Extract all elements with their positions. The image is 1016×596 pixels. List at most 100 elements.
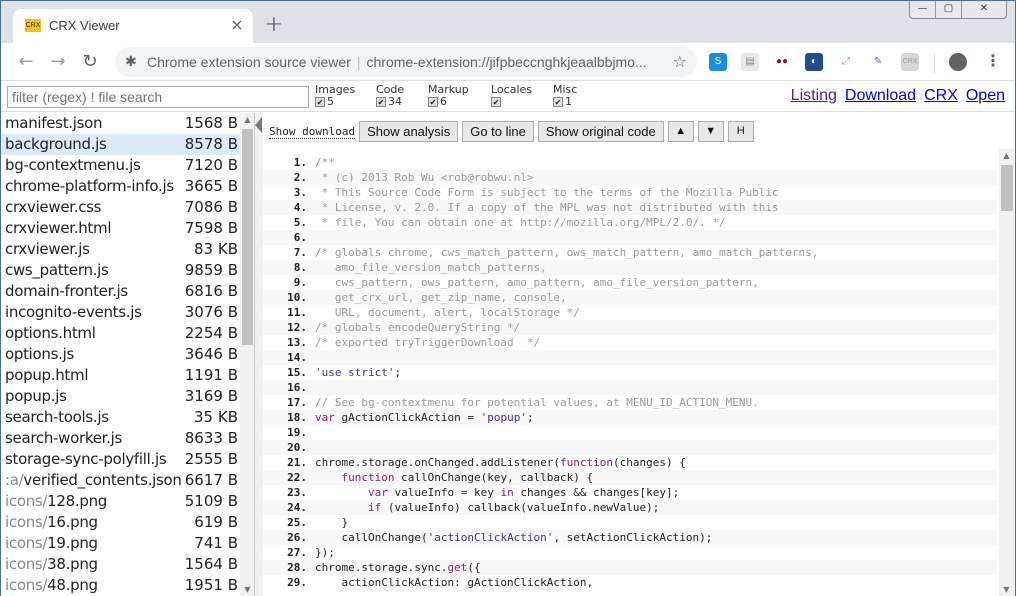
file-list-item[interactable]: icons/16.png 619 B	[1, 512, 254, 533]
color-picker-extension-icon[interactable]: ✎	[869, 53, 887, 71]
category-checkbox[interactable]: ✔	[376, 97, 386, 107]
file-name: options.js	[5, 344, 74, 365]
file-list-item[interactable]: storage-sync-polyfill.js 2555 B	[1, 449, 254, 470]
file-dir: icons/	[5, 492, 48, 510]
download-link[interactable]: Download	[845, 87, 916, 104]
maximize-button[interactable]: ▢	[936, 1, 962, 18]
code-token: /* globals encodeQueryString */	[315, 321, 521, 334]
file-basename: background.js	[5, 135, 107, 153]
clipboard-extension-icon[interactable]: ▤	[741, 53, 759, 71]
tab-crx-viewer[interactable]: CRX CRX Viewer ×	[13, 9, 253, 43]
file-dir: icons/	[5, 576, 48, 594]
file-list-item[interactable]: icons/48.png 1951 B	[1, 575, 254, 596]
code-token: * This Source Code Form is subject to th…	[315, 186, 779, 199]
file-list-item[interactable]: :a/verified_contents.json 6617 B	[1, 470, 254, 491]
file-size: 741 B	[194, 534, 238, 552]
category-checkbox[interactable]: ✔	[315, 97, 325, 107]
back-button[interactable]: ←	[15, 51, 37, 73]
pane-splitter[interactable]	[255, 113, 263, 596]
bookmark-star-icon[interactable]: ☆	[673, 52, 687, 71]
file-list-item[interactable]: crxviewer.css 7086 B	[1, 197, 254, 218]
profile-avatar-icon[interactable]	[949, 53, 967, 71]
code-line: 14.	[263, 350, 997, 365]
listing-link[interactable]: Listing	[791, 87, 837, 104]
close-tab-icon[interactable]: ×	[227, 15, 247, 35]
file-list-item[interactable]: search-tools.js 35 KB	[1, 407, 254, 428]
line-number: 20.	[287, 441, 307, 454]
skype-extension-icon[interactable]: S	[709, 53, 727, 71]
line-number: 28.	[287, 561, 307, 574]
file-filter-input[interactable]	[7, 86, 309, 108]
show-analysis-button[interactable]: Show analysis	[359, 121, 459, 142]
show-download-link[interactable]: Show download	[269, 125, 356, 139]
screenshot-extension-icon[interactable]: ⤢	[837, 53, 855, 71]
code-token: /* exported tryTriggerDownload */	[315, 336, 541, 349]
address-bar[interactable]: ✱ Chrome extension source viewer | chrome-…	[115, 47, 697, 77]
file-list-item[interactable]: cws_pattern.js 9859 B	[1, 260, 254, 281]
file-basename: options.js	[5, 345, 74, 363]
category-checkbox[interactable]: ✔	[428, 97, 438, 107]
forward-button[interactable]: →	[47, 51, 69, 73]
crx-extension-icon[interactable]: CRX	[901, 53, 919, 71]
scrollbar-thumb[interactable]	[1001, 165, 1013, 211]
show-original-code-button[interactable]: Show original code	[537, 121, 664, 142]
category-count: 6	[440, 95, 447, 108]
file-list-item[interactable]: icons/128.png 5109 B	[1, 491, 254, 512]
incognito-extension-icon[interactable]: ●●	[773, 53, 791, 71]
minimize-button[interactable]: —	[910, 1, 936, 18]
close-window-button[interactable]: ✕	[962, 1, 1006, 18]
highlight-button[interactable]: H	[727, 121, 754, 142]
steam-extension-icon[interactable]: ◐	[805, 53, 823, 71]
line-number: 25.	[287, 516, 307, 529]
next-match-button[interactable]: ▼	[697, 121, 724, 142]
category-filter-locales: Locales ✔	[491, 84, 532, 108]
extension-icons: S ▤ ●● ◐ ⤢ ✎ CRX	[709, 53, 919, 71]
file-list-item[interactable]: options.html 2254 B	[1, 323, 254, 344]
file-name: background.js	[5, 134, 107, 155]
file-list-item[interactable]: search-worker.js 8633 B	[1, 428, 254, 449]
collapse-arrow-icon[interactable]	[255, 117, 262, 133]
file-basename: 128.png	[47, 492, 108, 510]
new-tab-button[interactable]: +	[263, 14, 285, 36]
category-checkbox[interactable]: ✔	[491, 97, 501, 107]
code-line: 18. var gActionClickAction = 'popup';	[263, 410, 997, 425]
scroll-down-arrow-icon[interactable]: ▼	[1001, 585, 1012, 594]
scroll-up-arrow-icon[interactable]: ▲	[1001, 151, 1012, 160]
file-list-item[interactable]: popup.js 3169 B	[1, 386, 254, 407]
category-checkbox[interactable]: ✔	[553, 97, 563, 107]
code-token: }	[315, 516, 349, 529]
open-link[interactable]: Open	[966, 87, 1005, 104]
file-list-item[interactable]: incognito-events.js 3076 B	[1, 302, 254, 323]
scrollbar-thumb[interactable]	[242, 129, 253, 345]
code-scrollbar[interactable]: ▲ ▼	[999, 149, 1015, 596]
file-basename: incognito-events.js	[5, 303, 142, 321]
file-list-item[interactable]: background.js 8578 B	[1, 134, 254, 155]
file-size: 35 KB	[194, 408, 238, 426]
file-list-item[interactable]: options.js 3646 B	[1, 344, 254, 365]
file-basename: domain-fronter.js	[5, 282, 128, 300]
go-to-line-button[interactable]: Go to line	[462, 121, 534, 142]
file-list-item[interactable]: crxviewer.html 7598 B	[1, 218, 254, 239]
code-line: 3. * This Source Code Form is subject to…	[263, 185, 997, 200]
file-list-item[interactable]: popup.html 1191 B	[1, 365, 254, 386]
file-list-item[interactable]: chrome-platform-info.js 3665 B	[1, 176, 254, 197]
file-list-item[interactable]: bg-contextmenu.js 7120 B	[1, 155, 254, 176]
file-list-item[interactable]: manifest.json 1568 B	[1, 113, 254, 134]
scroll-down-arrow-icon[interactable]: ▼	[242, 585, 253, 594]
file-basename: search-tools.js	[5, 408, 109, 426]
file-list-item[interactable]: icons/19.png 741 B	[1, 533, 254, 554]
file-list-item[interactable]: icons/38.png 1564 B	[1, 554, 254, 575]
file-list-scrollbar[interactable]: ▲ ▼	[240, 113, 254, 596]
file-name: icons/19.png	[5, 533, 98, 554]
file-list-item[interactable]: domain-fronter.js 6816 B	[1, 281, 254, 302]
menu-dots-icon[interactable]: ⋮	[985, 51, 1001, 70]
file-basename: 48.png	[47, 576, 98, 594]
code-line: 7. /* globals chrome, cws_match_pattern, …	[263, 245, 997, 260]
reload-button[interactable]: ↻	[79, 51, 101, 73]
scroll-up-arrow-icon[interactable]: ▲	[242, 115, 253, 124]
file-size: 1191 B	[184, 366, 238, 384]
crx-link[interactable]: CRX	[924, 87, 958, 104]
prev-match-button[interactable]: ▲	[667, 121, 694, 142]
file-list-item[interactable]: crxviewer.js 83 KB	[1, 239, 254, 260]
